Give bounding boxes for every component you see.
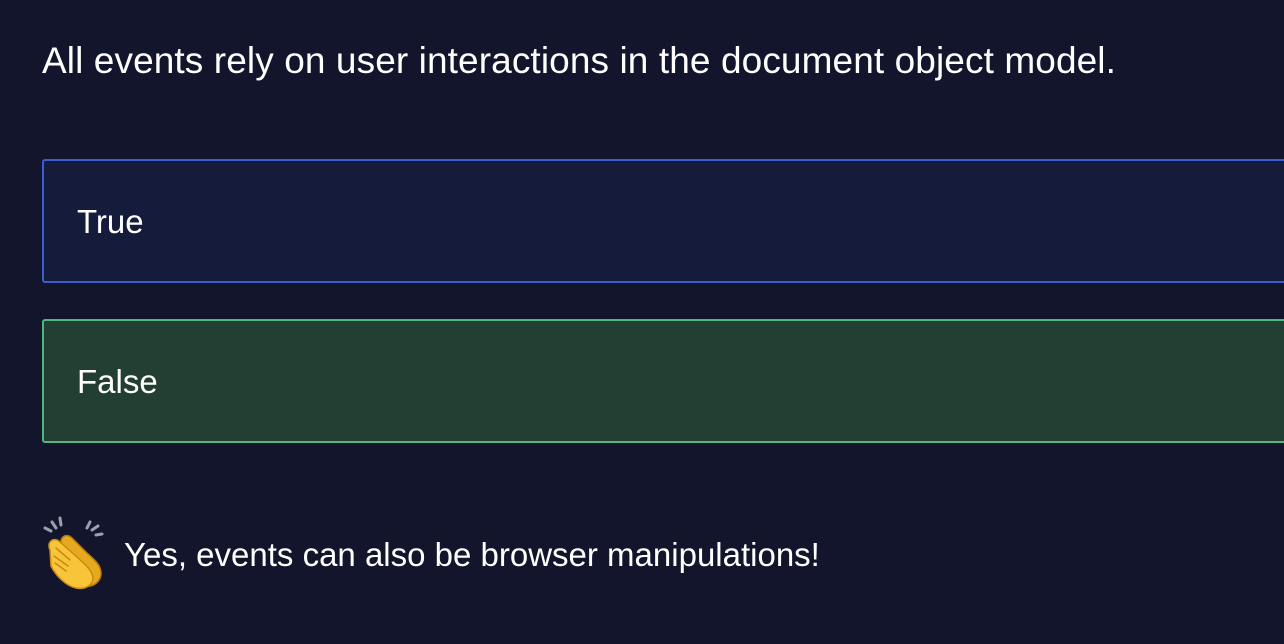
option-label: True [77, 203, 144, 240]
question-text: All events rely on user interactions in … [42, 40, 1116, 81]
feedback-message: Yes, events can also be browser manipula… [42, 516, 820, 590]
option-true-button[interactable]: True [42, 159, 1284, 283]
option-label: False [77, 363, 158, 400]
clapping-hands-icon [43, 516, 104, 590]
feedback-text: Yes, events can also be browser manipula… [124, 536, 820, 573]
option-false-button[interactable]: False [42, 319, 1284, 443]
